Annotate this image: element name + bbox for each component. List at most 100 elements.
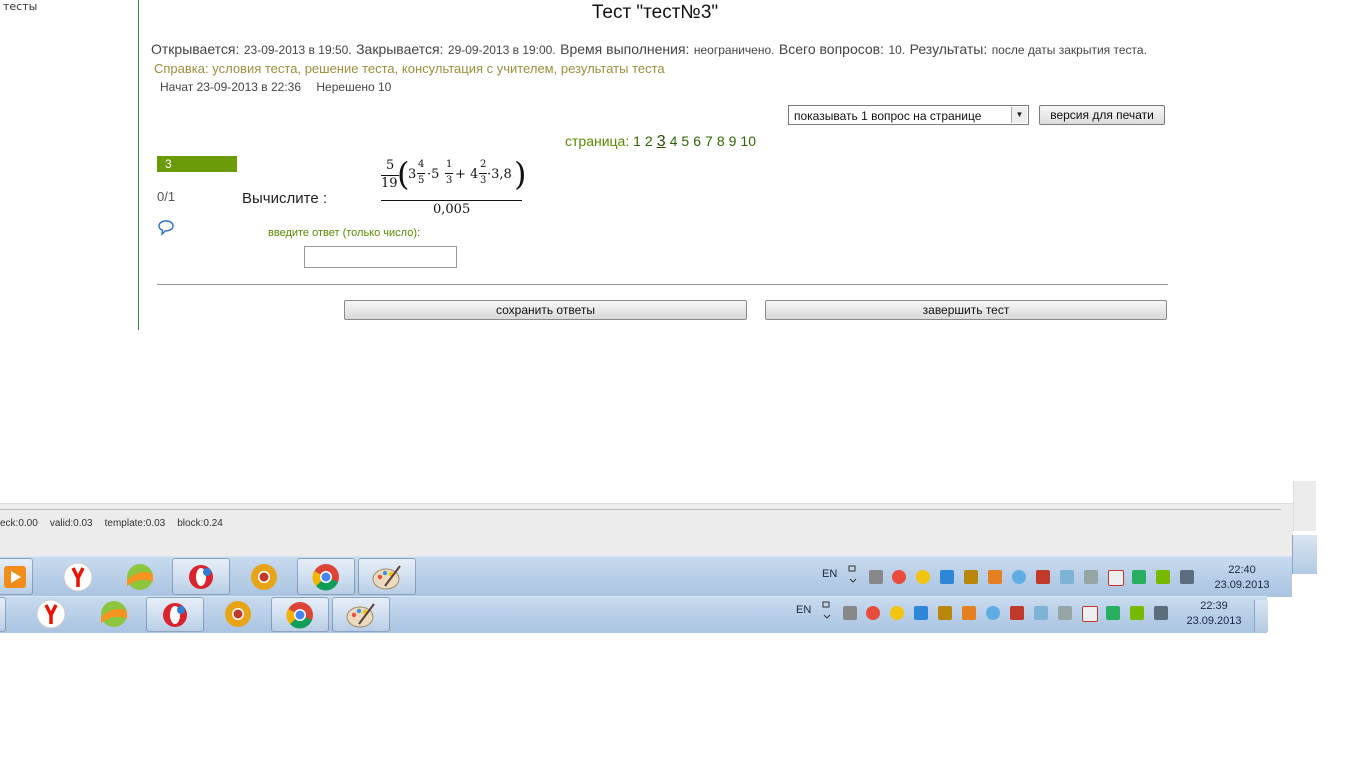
chrome-canary-icon[interactable]	[222, 599, 254, 629]
taskbar-button-media[interactable]	[0, 558, 33, 595]
debug-panel	[0, 503, 1293, 557]
clock-date: 23.09.2013	[1214, 579, 1270, 591]
taskbar-button-chrome-2[interactable]	[271, 597, 329, 632]
started-text: Начат 23-09-2013 в 22:36	[160, 80, 302, 94]
taskbar-secondary: EN 22:39 23.09.2013	[0, 596, 1267, 633]
help-link-results[interactable]: результаты теста	[561, 61, 665, 76]
help-link-conditions[interactable]: условия теста,	[212, 61, 301, 76]
taskbar-button-opera[interactable]	[172, 558, 230, 595]
check-icon[interactable]	[1132, 570, 1146, 584]
nvidia-icon[interactable]	[1130, 606, 1144, 620]
action-center-icon[interactable]	[1082, 606, 1098, 622]
results-value: после даты закрытия теста.	[991, 43, 1147, 57]
print-version-button[interactable]: версия для печати	[1039, 105, 1165, 125]
page-link-5[interactable]: 5	[681, 133, 689, 149]
sidebar-link-tests[interactable]: тесты	[3, 0, 37, 13]
formula-t1-whole: 3	[408, 167, 417, 182]
formula-t2-bar	[445, 173, 453, 174]
page-link-8[interactable]: 8	[717, 133, 725, 149]
language-indicator-2[interactable]: EN	[796, 604, 811, 616]
page-link-2[interactable]: 2	[645, 133, 653, 149]
messenger-icon[interactable]	[890, 606, 904, 620]
clock[interactable]: 22:40 23.09.2013	[1206, 563, 1278, 593]
answer-input[interactable]	[304, 246, 457, 268]
network-icon[interactable]	[1154, 606, 1168, 620]
help-link-solution[interactable]: решение теста,	[305, 61, 399, 76]
per-page-select[interactable]: показывать 1 вопрос на странице ▼	[788, 105, 1029, 125]
closes-value: 29-09-2013 в 19:00.	[447, 43, 556, 57]
clock-2[interactable]: 22:39 23.09.2013	[1178, 599, 1250, 629]
question-formula: 5 19 ( 3 4 5 ·5 1 3 + 4 2 3 ·3,8 ) 0,005	[378, 155, 528, 220]
formula-t2-num: 1	[446, 159, 453, 170]
chrome-canary-icon[interactable]	[248, 562, 280, 592]
action-center-icon[interactable]	[1108, 570, 1124, 586]
teamviewer-icon[interactable]	[940, 570, 954, 584]
chevron-down-icon[interactable]: ▼	[1011, 107, 1027, 123]
check-icon[interactable]	[1106, 606, 1120, 620]
save-answers-button[interactable]: сохранить ответы	[344, 300, 747, 320]
target-icon[interactable]	[866, 606, 880, 620]
page-link-4[interactable]: 4	[670, 133, 678, 149]
page-link-6[interactable]: 6	[693, 133, 701, 149]
network-globe-icon[interactable]	[986, 606, 1000, 620]
network-icon[interactable]	[1180, 570, 1194, 584]
finish-test-button[interactable]: завершить тест	[765, 300, 1167, 320]
taskbar-button-opera-2[interactable]	[146, 597, 204, 632]
page-link-3-current[interactable]: 3	[657, 133, 666, 150]
messenger-icon[interactable]	[916, 570, 930, 584]
taskbar-button-paint[interactable]	[358, 558, 416, 595]
formula-t1-num: 4	[418, 159, 425, 170]
debug-check: eck:0.00	[0, 518, 38, 529]
download-icon[interactable]	[988, 570, 1002, 584]
taskbar-primary: EN 22:40 23.09.2013	[0, 556, 1292, 597]
formula-t3-bar	[479, 173, 487, 174]
page-link-9[interactable]: 9	[729, 133, 737, 149]
taskbar-button-paint-2[interactable]	[332, 597, 390, 632]
help-link-teacher[interactable]: консультация с учителем,	[402, 61, 557, 76]
display-icon[interactable]	[1034, 606, 1048, 620]
volume-icon[interactable]	[1084, 570, 1098, 584]
time-label: Время выполнения:	[560, 41, 690, 57]
page-link-7[interactable]: 7	[705, 133, 713, 149]
acrobat-icon[interactable]	[1010, 606, 1024, 620]
tools-icon[interactable]	[964, 570, 978, 584]
show-desktop-button[interactable]	[1292, 535, 1317, 574]
page-link-1[interactable]: 1	[633, 133, 641, 149]
formula-t1-bar	[417, 173, 425, 174]
debug-timings: eck:0.00 valid:0.03 template:0.03 block:0.2…	[0, 518, 235, 529]
chevron-up-icon[interactable]	[822, 600, 832, 622]
taskbar-button-media-2[interactable]	[0, 597, 6, 632]
formula-frac-den: 19	[381, 176, 398, 191]
yandex-browser-icon[interactable]	[35, 599, 67, 629]
nvidia-icon[interactable]	[1156, 570, 1170, 584]
debug-block: block:0.24	[177, 518, 223, 529]
teamviewer-icon[interactable]	[914, 606, 928, 620]
target-icon[interactable]	[892, 570, 906, 584]
divider	[157, 284, 1168, 285]
chevron-up-icon[interactable]	[848, 564, 858, 586]
page-link-10[interactable]: 10	[740, 133, 756, 149]
tray-app-icon[interactable]	[843, 606, 857, 620]
display-icon[interactable]	[1060, 570, 1074, 584]
network-globe-icon[interactable]	[1012, 570, 1026, 584]
download-icon[interactable]	[962, 606, 976, 620]
help-links: Справка: условия теста, решение теста, к…	[154, 61, 665, 76]
tray-app-icon[interactable]	[869, 570, 883, 584]
acrobat-icon[interactable]	[1036, 570, 1050, 584]
taskbar-button-chrome[interactable]	[297, 558, 355, 595]
question-number-badge: 3	[157, 156, 237, 172]
paint-icon	[346, 603, 375, 628]
pinball-icon[interactable]	[98, 599, 130, 629]
formula-dot1: ·5	[427, 167, 440, 182]
volume-icon[interactable]	[1058, 606, 1072, 620]
tools-icon[interactable]	[938, 606, 952, 620]
question-score: 0/1	[157, 189, 176, 204]
clock-time-2: 22:39	[1200, 600, 1228, 612]
pinball-icon[interactable]	[124, 562, 156, 592]
comment-icon[interactable]	[157, 219, 175, 237]
yandex-browser-icon[interactable]	[62, 562, 94, 592]
formula-t2-den: 3	[446, 175, 453, 186]
pagination-label: страница:	[565, 133, 630, 149]
show-desktop-button-2[interactable]	[1254, 600, 1268, 632]
language-indicator[interactable]: EN	[822, 568, 837, 580]
